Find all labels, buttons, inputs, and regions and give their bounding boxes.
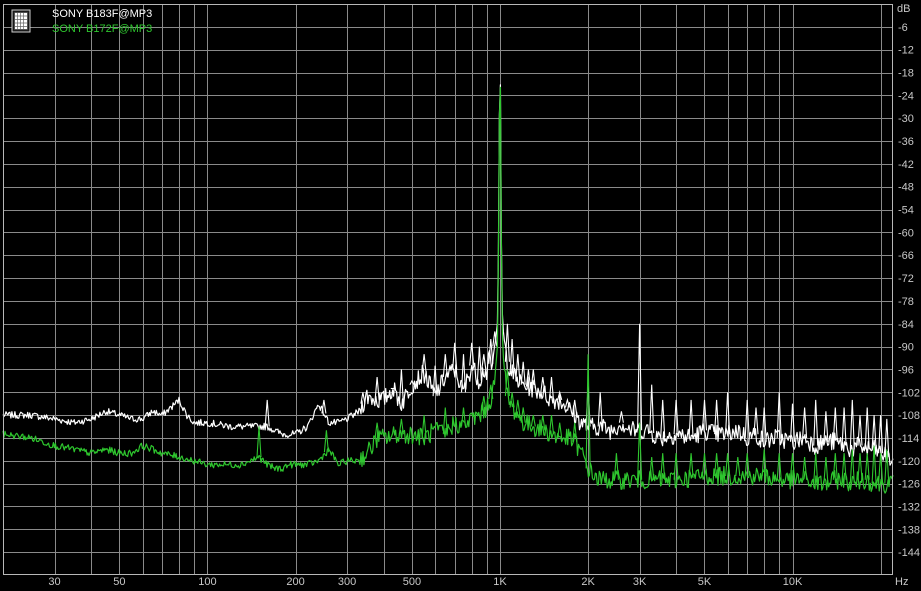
x-tick-label: 5K (698, 576, 712, 588)
x-tick-label: 500 (403, 576, 421, 588)
x-tick-label: 1K (493, 576, 507, 588)
grid-chart-icon (11, 9, 31, 33)
spectrum-chart: -6 -12 -18 -24 -30 -36 -42 -48 -54 -60 -66 -72 -78 -8… (0, 0, 921, 591)
y-tick-label: -90 (898, 342, 914, 354)
y-tick-label: -96 (898, 364, 914, 376)
y-tick-label: -72 (898, 273, 914, 285)
y-tick-label: -120 (898, 456, 920, 468)
x-tick-label: 3K (633, 576, 647, 588)
y-unit-label: dB (897, 3, 910, 15)
y-tick-label: -66 (898, 250, 914, 262)
y-tick-label: -132 (898, 501, 920, 513)
y-tick-label: -78 (898, 296, 914, 308)
y-tick-label: -24 (898, 90, 914, 102)
legend-item-2: SONY B172F@MP3 (52, 23, 152, 35)
y-tick-label: -138 (898, 524, 920, 536)
legend-item-1: SONY B183F@MP3 (52, 8, 152, 20)
y-tick-label: -36 (898, 136, 914, 148)
y-tick-label: -42 (898, 159, 914, 171)
x-tick-label: 200 (286, 576, 304, 588)
y-tick-label: -126 (898, 479, 920, 491)
x-tick-label: 10K (783, 576, 803, 588)
y-tick-label: -102 (898, 387, 920, 399)
y-tick-label: -6 (898, 22, 908, 34)
chart-svg: -6 -12 -18 -24 -30 -36 -42 -48 -54 -60 -66 -72 -78 -8… (0, 0, 921, 591)
x-unit-label: Hz (895, 576, 908, 588)
y-tick-label: -12 (898, 45, 914, 57)
y-tick-label: -48 (898, 182, 914, 194)
y-tick-label: -30 (898, 113, 914, 125)
y-tick-label: -108 (898, 410, 920, 422)
x-tick-label: 30 (48, 576, 60, 588)
y-tick-label: -60 (898, 227, 914, 239)
y-tick-label: -18 (898, 68, 914, 80)
x-tick-label: 100 (198, 576, 216, 588)
x-tick-label: 2K (581, 576, 595, 588)
x-tick-label: 50 (113, 576, 125, 588)
y-tick-label: -84 (898, 319, 914, 331)
x-tick-label: 300 (338, 576, 356, 588)
y-tick-label: -54 (898, 205, 914, 217)
y-tick-label: -114 (898, 433, 919, 445)
y-tick-label: -144 (898, 547, 920, 559)
chart-background (0, 0, 921, 591)
